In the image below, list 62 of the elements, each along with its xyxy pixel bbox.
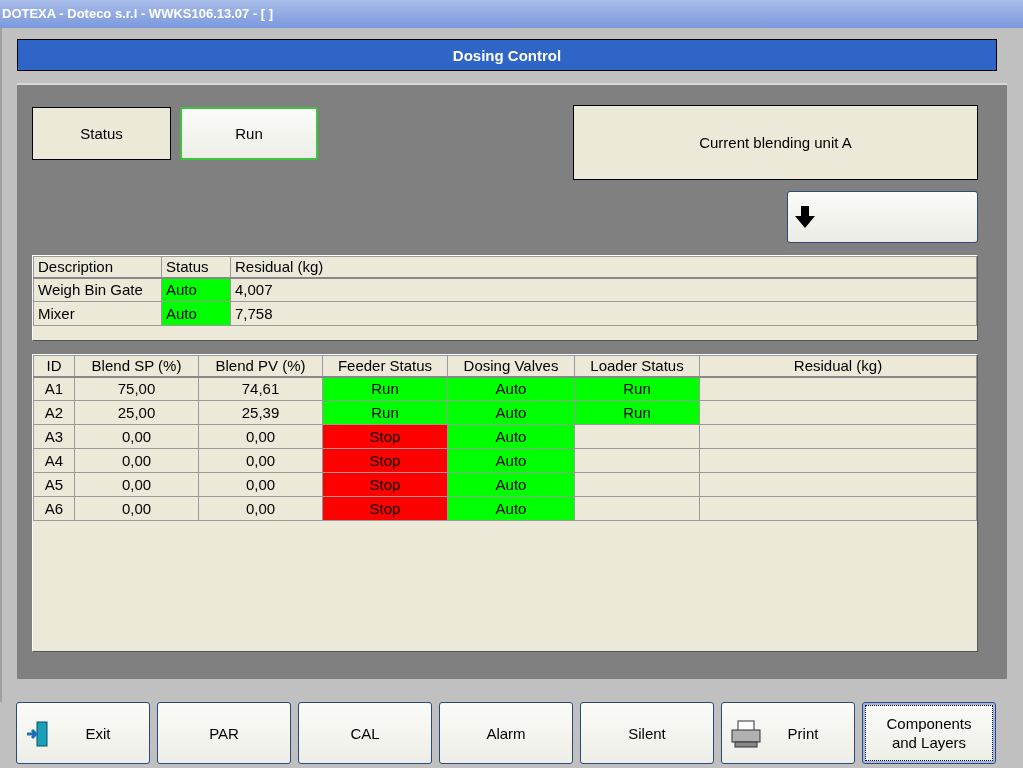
table-cell: A6 bbox=[33, 496, 75, 521]
table-cell: 75,00 bbox=[74, 376, 199, 401]
status-cell: Stop bbox=[322, 472, 448, 497]
status-cell: Auto bbox=[447, 448, 575, 473]
table-cell: 74,61 bbox=[198, 376, 323, 401]
exit-button[interactable]: Exit bbox=[16, 702, 150, 764]
status-cell: Stop bbox=[322, 448, 448, 473]
column-header: Status bbox=[161, 256, 231, 278]
column-header: Residual (kg) bbox=[230, 256, 977, 278]
column-header: Loader Status bbox=[574, 355, 700, 377]
column-header: Feeder Status bbox=[322, 355, 448, 377]
table-cell: 25,39 bbox=[198, 400, 323, 425]
column-header: Blend PV (%) bbox=[198, 355, 323, 377]
column-header: Dosing Valves bbox=[447, 355, 575, 377]
toolbar-button[interactable]: Silent bbox=[580, 702, 714, 764]
status-cell: Stop bbox=[322, 424, 448, 449]
table-cell: Weigh Bin Gate bbox=[33, 277, 162, 302]
column-header: ID bbox=[33, 355, 75, 377]
table-cell: 7,758 bbox=[230, 301, 977, 326]
column-header: Description bbox=[33, 256, 162, 278]
table-cell: 4,007 bbox=[230, 277, 977, 302]
window-title: DOTEXA - Doteco s.r.l - WWKS106.13.07 - [ ] bbox=[0, 0, 1023, 28]
status-cell: Stop bbox=[322, 496, 448, 521]
table-cell: 0,00 bbox=[198, 424, 323, 449]
table-cell: 0,00 bbox=[74, 424, 199, 449]
toolbar-button[interactable]: Components and Layers bbox=[862, 702, 996, 764]
run-button[interactable]: Run bbox=[180, 107, 318, 160]
table-cell: A2 bbox=[33, 400, 75, 425]
unit-info: Current blending unit A bbox=[573, 105, 978, 180]
arrow-down-icon bbox=[794, 205, 816, 229]
table-cell: 0,00 bbox=[74, 448, 199, 473]
column-header: Residual (kg) bbox=[699, 355, 977, 377]
status-cell: Run bbox=[574, 400, 700, 425]
table-cell: A4 bbox=[33, 448, 75, 473]
status-cell: Run bbox=[322, 376, 448, 401]
status-cell: Auto bbox=[447, 424, 575, 449]
table-cell: A5 bbox=[33, 472, 75, 497]
table-cell: 25,00 bbox=[74, 400, 199, 425]
status-cell: Auto bbox=[447, 376, 575, 401]
table-cell: 0,00 bbox=[198, 472, 323, 497]
table-cell: 0,00 bbox=[74, 496, 199, 521]
toolbar-button[interactable]: PAR bbox=[157, 702, 291, 764]
printer-icon bbox=[730, 720, 762, 748]
table-cell: A1 bbox=[33, 376, 75, 401]
down-button[interactable] bbox=[787, 191, 978, 243]
table-cell: 0,00 bbox=[74, 472, 199, 497]
print-button[interactable]: Print bbox=[721, 702, 855, 764]
status-cell: Auto bbox=[447, 496, 575, 521]
status-cell: Auto bbox=[447, 472, 575, 497]
table-cell: 0,00 bbox=[198, 496, 323, 521]
table-cell: 0,00 bbox=[198, 448, 323, 473]
status-cell: Run bbox=[574, 376, 700, 401]
column-header: Blend SP (%) bbox=[74, 355, 199, 377]
status-label: Status bbox=[32, 107, 171, 160]
exit-door-icon bbox=[25, 720, 51, 748]
table-cell: A3 bbox=[33, 424, 75, 449]
toolbar-button[interactable]: CAL bbox=[298, 702, 432, 764]
screen-title: Dosing Control bbox=[17, 39, 997, 71]
status-cell: Auto bbox=[447, 400, 575, 425]
toolbar-button[interactable]: Alarm bbox=[439, 702, 573, 764]
table-cell: Mixer bbox=[33, 301, 162, 326]
status-cell: Run bbox=[322, 400, 448, 425]
